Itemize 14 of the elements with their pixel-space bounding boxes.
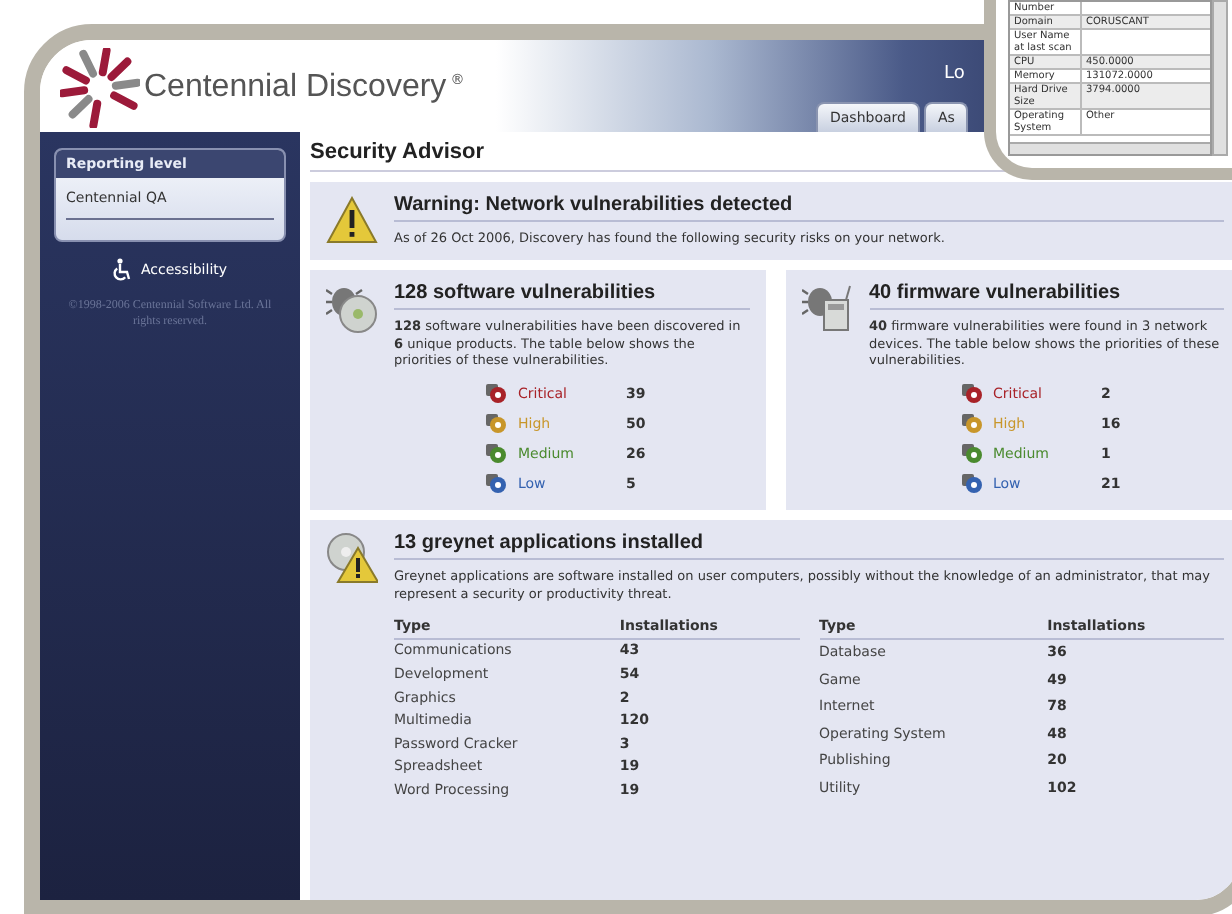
registered-mark: ® bbox=[450, 72, 465, 88]
panel-heading: 40 firmware vulnerabilities bbox=[869, 281, 1224, 310]
vertical-scrollbar[interactable] bbox=[1212, 0, 1228, 156]
disc-warning-icon bbox=[326, 532, 378, 585]
warning-icon bbox=[326, 196, 378, 245]
warning-title: Warning: Network vulnerabilities detected bbox=[394, 194, 1224, 222]
wheelchair-icon bbox=[112, 258, 133, 282]
bug-device-icon bbox=[801, 281, 853, 334]
sunburst-logo-icon bbox=[60, 48, 140, 128]
panel-heading: 128 software vulnerabilities bbox=[394, 281, 749, 310]
panel-heading: 13 greynet applications installed bbox=[394, 532, 1224, 561]
horizontal-scrollbar[interactable] bbox=[1010, 142, 1210, 154]
brand-name: Centennial Discovery bbox=[144, 70, 447, 106]
user-text: Lo bbox=[944, 64, 965, 84]
